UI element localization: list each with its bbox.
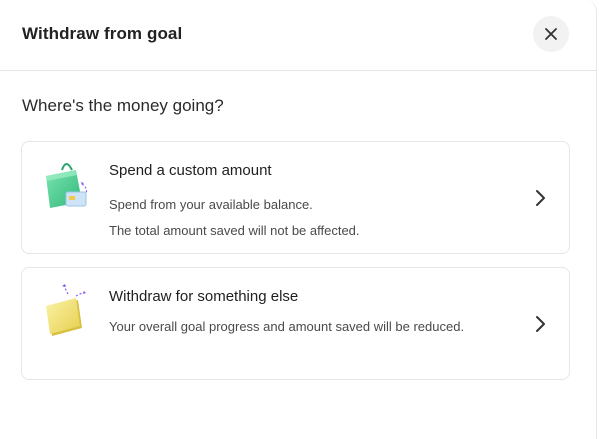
- option-title: Withdraw for something else: [109, 288, 299, 305]
- close-icon: [545, 28, 557, 40]
- option-title: Spend a custom amount: [109, 162, 272, 179]
- modal-header: Withdraw from goal: [0, 0, 597, 71]
- modal-title: Withdraw from goal: [22, 24, 183, 43]
- withdraw-modal: Withdraw from goal Where's the money goi…: [0, 0, 597, 439]
- close-button[interactable]: [533, 16, 569, 52]
- option-description: Your overall goal progress and amount sa…: [109, 319, 465, 334]
- option-spend-custom-amount[interactable]: Spend a custom amount Spend from your av…: [21, 141, 570, 254]
- chevron-right-icon: [536, 190, 545, 206]
- chevron-right-icon: [536, 316, 545, 332]
- question-heading: Where's the money going?: [22, 96, 224, 115]
- option-description-line: The total amount saved will not be affec…: [109, 223, 360, 238]
- shopping-bag-card-icon: [46, 163, 88, 208]
- option-description-line: Spend from your available balance.: [109, 197, 313, 212]
- wallet-arrows-icon: [46, 284, 86, 336]
- option-description: Spend from your available balance. The t…: [109, 192, 360, 244]
- option-withdraw-something-else[interactable]: Withdraw for something else Your overall…: [21, 267, 570, 380]
